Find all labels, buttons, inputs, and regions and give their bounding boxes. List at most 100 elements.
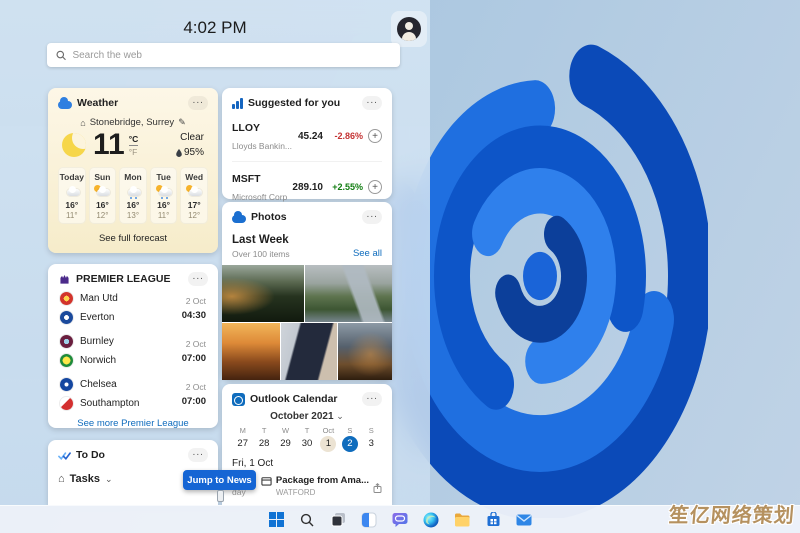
- share-icon[interactable]: [373, 483, 382, 493]
- weather-condition: Clear: [180, 132, 204, 143]
- teams-chat-icon: [392, 512, 408, 528]
- cloudy-icon: [64, 185, 80, 197]
- photo-thumbnail[interactable]: [338, 323, 392, 380]
- chat-button[interactable]: [388, 508, 412, 532]
- start-button[interactable]: [264, 508, 288, 532]
- premier-league-lion-icon: [58, 273, 71, 286]
- calendar-grid: M T W T Oct S S 27 28 29 30 1 2 3: [232, 426, 382, 452]
- stock-chart-icon: [232, 98, 243, 109]
- stocks-menu-button[interactable]: ···: [362, 96, 382, 110]
- widget-title: Suggested for you: [248, 97, 340, 109]
- everton-crest-icon: [60, 311, 73, 324]
- search-input[interactable]: [72, 50, 391, 61]
- search-icon: [300, 513, 314, 527]
- photo-thumbnail[interactable]: [281, 323, 337, 380]
- stock-row[interactable]: MSFT Microsoft Corp 289.10 +2.55% +: [232, 161, 382, 205]
- calendar-date[interactable]: 27: [235, 436, 251, 452]
- photo-thumbnail[interactable]: [222, 323, 280, 380]
- calendar-date[interactable]: 3: [363, 436, 379, 452]
- weather-widget[interactable]: Weather ··· ⌂ Stonebridge, Surrey ✎ 11 °…: [48, 88, 218, 253]
- calendar-date-highlighted[interactable]: 1: [320, 436, 336, 452]
- burnley-crest-icon: [60, 335, 73, 348]
- widget-title: To Do: [76, 449, 105, 461]
- calendar-date[interactable]: 30: [299, 436, 315, 452]
- calendar-menu-button[interactable]: ···: [362, 392, 382, 406]
- see-all-link[interactable]: See all: [353, 248, 382, 259]
- forecast-day[interactable]: Tue 16° 11°: [150, 167, 178, 224]
- month-selector[interactable]: October 2021 ⌄: [232, 411, 382, 422]
- widget-title: Weather: [77, 97, 118, 109]
- forecast-day[interactable]: Sun 16° 12°: [89, 167, 117, 224]
- cursor-beam: [217, 490, 224, 502]
- forecast-day[interactable]: Today 16° 11°: [58, 167, 86, 224]
- file-explorer-button[interactable]: [450, 508, 474, 532]
- forecast-row: Today 16° 11° Sun 16° 12° Mon 16° 13°: [58, 167, 208, 224]
- stocks-widget[interactable]: Suggested for you ··· LLOY Lloyds Bankin…: [222, 88, 392, 199]
- taskbar-search-button[interactable]: [295, 508, 319, 532]
- humidity-droplet-icon: [176, 149, 182, 157]
- folder-icon: [454, 513, 470, 527]
- package-icon: [261, 475, 272, 486]
- widget-title: PREMIER LEAGUE: [76, 273, 171, 285]
- watermark: 笙亿网络策划: [668, 499, 797, 528]
- fahrenheit-toggle[interactable]: °F: [129, 147, 139, 157]
- weather-location[interactable]: ⌂ Stonebridge, Surrey ✎: [58, 117, 208, 128]
- fixture-row[interactable]: Chelsea Southampton 2 Oct 07:00: [58, 372, 208, 415]
- search-icon: [56, 50, 66, 61]
- see-more-premier-league-link[interactable]: See more Premier League: [58, 418, 208, 429]
- selected-day-heading: Fri, 1 Oct: [232, 458, 382, 469]
- norwich-crest-icon: [60, 354, 73, 367]
- fixture-row[interactable]: Burnley Norwich 2 Oct 07:00: [58, 329, 208, 372]
- forecast-day[interactable]: Wed 17° 12°: [180, 167, 208, 224]
- calendar-date-selected[interactable]: 2: [342, 436, 358, 452]
- microsoft-store-button[interactable]: [481, 508, 505, 532]
- widget-title: Photos: [251, 211, 287, 223]
- rain-cloud-icon: [125, 185, 141, 197]
- fixture-row[interactable]: Man Utd Everton 2 Oct 04:30: [58, 286, 208, 329]
- clock: 4:02 PM: [0, 18, 430, 38]
- add-to-watchlist-button[interactable]: +: [368, 129, 382, 143]
- task-view-button[interactable]: [326, 508, 350, 532]
- widget-title: Outlook Calendar: [250, 393, 338, 405]
- photo-thumbnail[interactable]: [305, 265, 392, 322]
- home-icon: ⌂: [58, 473, 65, 485]
- mail-button[interactable]: [512, 508, 536, 532]
- edge-icon: [423, 512, 439, 528]
- stock-row[interactable]: LLOY Lloyds Bankin... 45.24 -2.86% +: [232, 118, 382, 154]
- todo-check-icon: [58, 450, 71, 461]
- edge-browser-button[interactable]: [419, 508, 443, 532]
- home-icon: ⌂: [80, 118, 85, 128]
- weather-menu-button[interactable]: ···: [188, 96, 208, 110]
- chelsea-crest-icon: [60, 378, 73, 391]
- widgets-button[interactable]: [357, 508, 381, 532]
- user-avatar-icon: [397, 17, 421, 41]
- photos-widget[interactable]: Photos ··· Last Week Over 100 items See …: [222, 202, 392, 380]
- photo-thumbnail[interactable]: [222, 265, 304, 322]
- see-full-forecast-link[interactable]: See full forecast: [58, 233, 208, 244]
- search-bar[interactable]: [47, 43, 400, 67]
- photos-menu-button[interactable]: ···: [362, 210, 382, 224]
- calendar-date[interactable]: 29: [278, 436, 294, 452]
- profile-button[interactable]: [391, 11, 427, 47]
- humidity-value: 95%: [184, 145, 204, 160]
- wallpaper-bloom-image: [388, 38, 708, 518]
- chevron-down-icon: ⌄: [105, 474, 113, 485]
- sun-rain-icon: [156, 185, 172, 197]
- todo-menu-button[interactable]: ···: [188, 448, 208, 462]
- edit-location-icon[interactable]: ✎: [178, 117, 186, 128]
- southampton-crest-icon: [60, 397, 73, 410]
- current-temperature: 11: [93, 130, 125, 160]
- photo-mosaic: [222, 265, 392, 380]
- celsius-toggle[interactable]: °C: [129, 134, 139, 146]
- league-menu-button[interactable]: ···: [188, 272, 208, 286]
- premier-league-widget[interactable]: PREMIER LEAGUE ··· Man Utd Everton 2 Oct…: [48, 264, 218, 428]
- forecast-day[interactable]: Mon 16° 13°: [119, 167, 147, 224]
- jump-to-news-button[interactable]: Jump to News: [183, 470, 256, 490]
- widgets-panel: 4:02 PM Weather ··· ⌂ Stonebridge, Surre…: [0, 0, 430, 505]
- man-utd-crest-icon: [60, 292, 73, 305]
- sun-cloud-icon: [186, 185, 202, 197]
- calendar-date[interactable]: 28: [256, 436, 272, 452]
- add-to-watchlist-button[interactable]: +: [368, 180, 382, 194]
- chevron-down-icon: ⌄: [336, 411, 344, 421]
- desktop: 4:02 PM Weather ··· ⌂ Stonebridge, Surre…: [0, 0, 800, 533]
